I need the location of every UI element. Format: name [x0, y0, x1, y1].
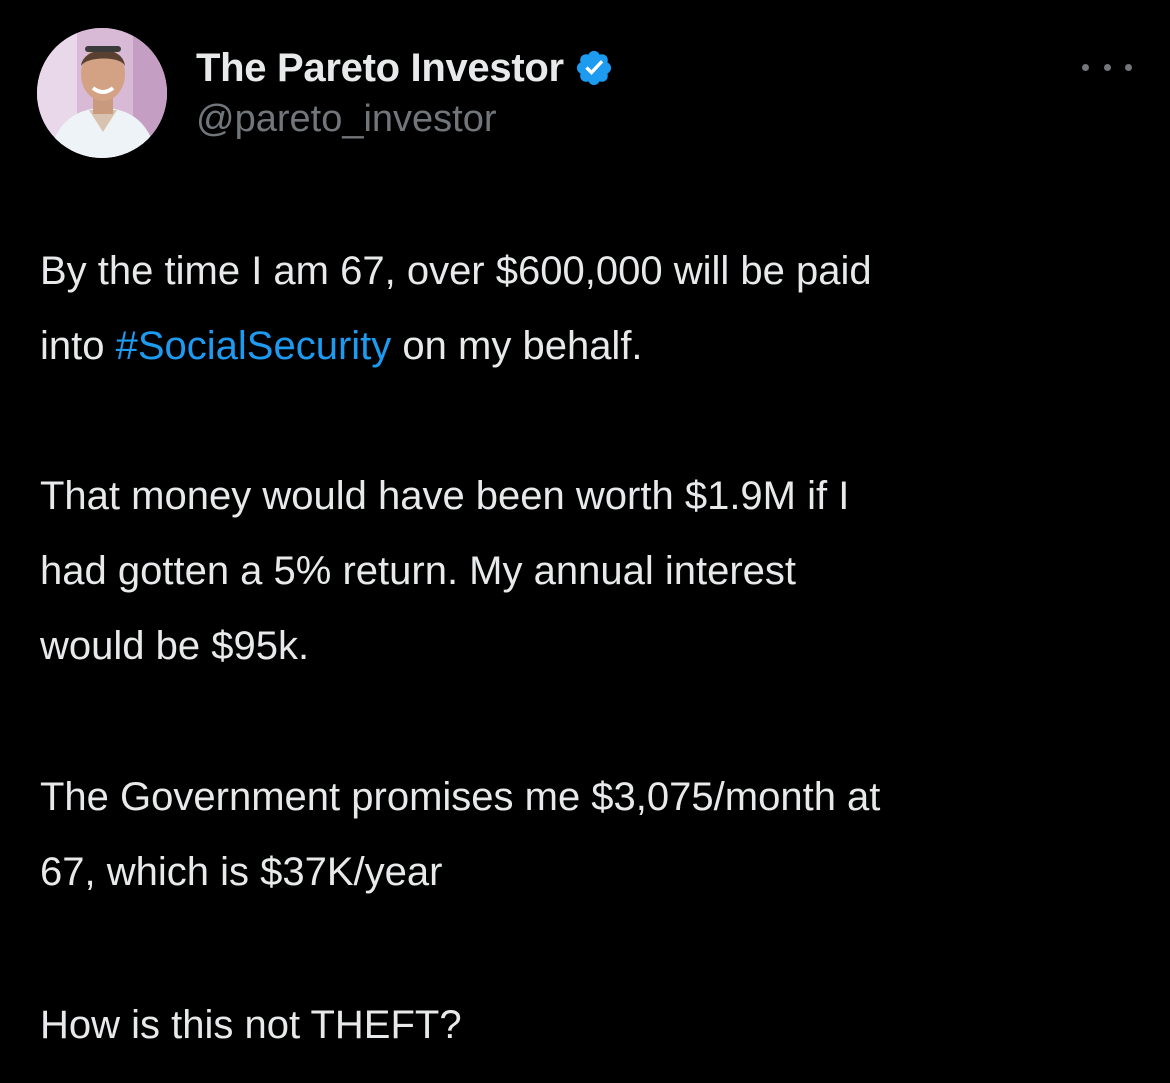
hashtag-link[interactable]: #SocialSecurity [116, 324, 392, 368]
tweet-line: would be $95k. [40, 624, 310, 668]
more-dot [1125, 63, 1132, 71]
tweet-line: By the time I am 67, over $600,000 will … [40, 249, 872, 293]
tweet-line: 67, which is $37K/year [40, 850, 443, 894]
tweet-text: on my behalf. [391, 324, 643, 368]
more-dot [1103, 63, 1111, 71]
author-handle[interactable]: @pareto_investor [196, 98, 497, 141]
tweet-line: That money would have been worth $1.9M i… [40, 474, 850, 518]
verified-badge-icon [574, 48, 614, 88]
tweet-paragraph-2: That money would have been worth $1.9M i… [40, 459, 1150, 684]
tweet-text: into [40, 324, 116, 368]
avatar[interactable] [37, 28, 167, 158]
tweet-paragraph-4: How is this not THEFT? [40, 988, 1150, 1063]
more-dot [1082, 63, 1089, 71]
profile-photo-icon [37, 28, 167, 158]
more-horizontal-icon[interactable] [1082, 52, 1132, 82]
tweet-line: How is this not THEFT? [40, 1003, 462, 1047]
author-name-row: The Pareto Investor [196, 44, 614, 92]
tweet-line: had gotten a 5% return. My annual intere… [40, 549, 797, 593]
tweet-paragraph-3: The Government promises me $3,075/month … [40, 760, 1150, 910]
tweet-card: The Pareto Investor @pareto_investor By … [0, 0, 1170, 1083]
tweet-line-with-hashtag: into #SocialSecurity on my behalf. [40, 309, 1150, 384]
tweet-line: The Government promises me $3,075/month … [40, 775, 881, 819]
author-display-name[interactable]: The Pareto Investor [196, 46, 564, 91]
tweet-paragraph-1: By the time I am 67, over $600,000 will … [40, 234, 1150, 384]
